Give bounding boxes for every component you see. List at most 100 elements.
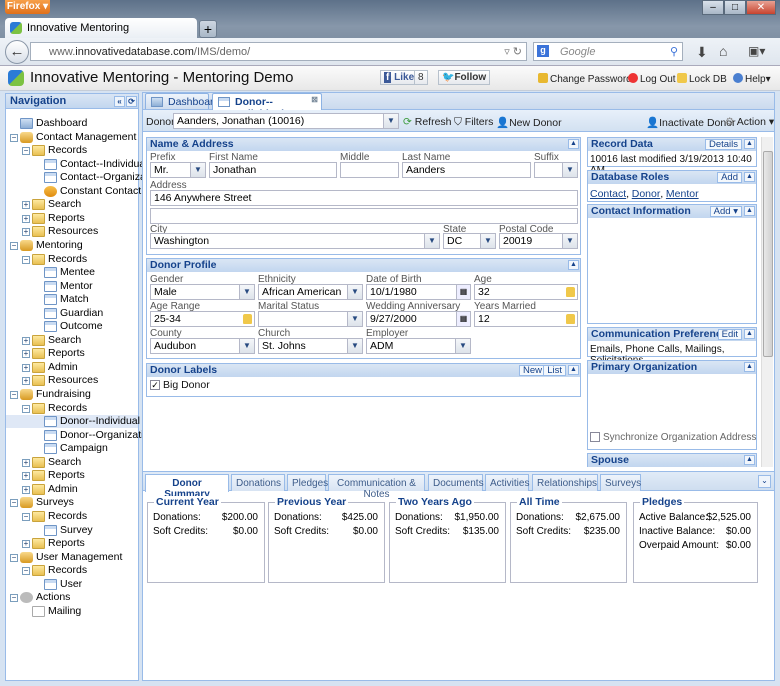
expand-icon[interactable]: + [22, 214, 30, 223]
reload-icon[interactable]: ▿ ↻ [504, 45, 522, 58]
nav-item-user[interactable]: User [6, 578, 138, 591]
chevron-down-icon[interactable]: ▼ [480, 234, 495, 248]
edit-preferences-button[interactable]: Edit [717, 329, 742, 340]
big-donor-checkbox[interactable]: ✓ [150, 380, 160, 390]
facebook-like-button[interactable]: f Like [380, 70, 419, 85]
downloads-icon[interactable]: ⬇ [696, 44, 708, 61]
collapse-icon[interactable]: ▲ [568, 139, 579, 149]
nav-item-contact-organization[interactable]: Contact--Organization [6, 171, 163, 184]
expand-icon[interactable]: + [22, 350, 30, 359]
minimize-button[interactable]: – [702, 0, 724, 15]
nav-item-admin[interactable]: + Admin [6, 483, 138, 496]
expand-icon[interactable]: + [22, 485, 30, 494]
nav-item-contact-individual[interactable]: Contact--Individual [6, 158, 148, 171]
postal-code-select[interactable]: 20019 ▼ [499, 233, 578, 249]
age-field[interactable]: 32 [474, 284, 578, 300]
refresh-button[interactable]: ⟳ Refresh [403, 116, 452, 128]
maximize-button[interactable]: □ [724, 0, 746, 15]
chevron-down-icon[interactable]: ▼ [455, 339, 470, 353]
tab-surveys[interactable]: Surveys [600, 474, 641, 491]
nav-item-contact-management[interactable]: − Contact Management [6, 131, 138, 144]
chevron-down-icon[interactable]: ▼ [424, 234, 439, 248]
city-select[interactable]: Washington ▼ [150, 233, 440, 249]
collapse-icon[interactable]: ▲ [744, 455, 755, 465]
nav-item-donor-individual[interactable]: Donor--Individual [6, 415, 140, 429]
bookmarks-icon[interactable]: ▣▾ [748, 44, 765, 58]
new-label-button[interactable]: New [518, 365, 546, 376]
tab-donor-individual[interactable]: Donor--Individual⊠ [212, 93, 322, 120]
nav-item-outcome[interactable]: Outcome [6, 320, 138, 333]
change-password-link[interactable]: Change Password [538, 73, 632, 85]
collapse-icon[interactable]: − [10, 499, 18, 508]
donor-select[interactable]: Aanders, Jonathan (10016) ▼ [173, 113, 399, 129]
chevron-down-icon[interactable]: ▼ [562, 163, 577, 177]
filters-button[interactable]: ⛉ Filters [454, 116, 493, 129]
first-name-input[interactable]: Jonathan [209, 162, 337, 178]
chevron-down-icon[interactable]: ▼ [239, 285, 254, 299]
home-icon[interactable]: ⌂ [719, 43, 727, 59]
tab-relationships[interactable]: Relationships [532, 474, 598, 491]
collapse-icon[interactable]: − [10, 594, 18, 603]
collapse-icon[interactable]: ▲ [568, 260, 579, 270]
list-labels-button[interactable]: List [543, 365, 566, 376]
scrollbar-thumb[interactable] [763, 151, 773, 357]
browser-tab[interactable]: Innovative Mentoring [5, 18, 197, 39]
collapse-icon[interactable]: ▲ [744, 329, 755, 339]
expand-icon[interactable]: + [22, 363, 30, 372]
add-contact-button[interactable]: Add ▾ [709, 206, 742, 217]
age-range-field[interactable]: 25-34 [150, 311, 255, 327]
tab-dashboard[interactable]: Dashboard [145, 93, 219, 109]
close-window-button[interactable]: ✕ [746, 0, 776, 15]
url-bar[interactable]: www.innovativedatabase.com/IMS/demo/▿ ↻ [30, 42, 527, 61]
new-tab-button[interactable]: + [199, 20, 217, 38]
firefox-menu-button[interactable]: Firefox ▾ [5, 0, 50, 14]
inactivate-donor-button[interactable]: 👤Inactivate Donor [646, 116, 736, 129]
refresh-nav-button[interactable]: ⟳ [126, 96, 137, 107]
tab-pledges[interactable]: Pledges [287, 474, 328, 491]
county-field[interactable]: Audubon ▼ [150, 338, 255, 354]
nav-item-constant-contact[interactable]: Constant Contact [6, 185, 141, 198]
collapse-icon[interactable]: − [22, 567, 30, 576]
collapse-icon[interactable]: − [22, 147, 30, 156]
chevron-down-icon[interactable]: ▼ [562, 234, 577, 248]
expand-icon[interactable]: + [22, 458, 30, 467]
church-field[interactable]: St. Johns ▼ [258, 338, 363, 354]
nav-item-resources[interactable]: + Resources [6, 225, 138, 238]
collapse-icon[interactable]: ▲ [744, 362, 755, 372]
log-out-link[interactable]: Log Out [628, 73, 676, 85]
help-menu[interactable]: Help▾ [733, 73, 771, 85]
calendar-icon[interactable]: ▦ [456, 312, 470, 326]
nav-item-records[interactable]: − Records [6, 564, 138, 577]
expand-icon[interactable]: + [22, 201, 30, 210]
collapse-icon[interactable]: ▲ [568, 365, 579, 375]
nav-item-mentoring[interactable]: − Mentoring [6, 239, 138, 252]
tab-activities[interactable]: Activities [485, 474, 529, 491]
nav-item-dashboard[interactable]: Dashboard [6, 117, 138, 130]
role-link[interactable]: Mentor [666, 188, 699, 200]
lock-db-link[interactable]: Lock DB [677, 73, 727, 85]
twitter-follow-button[interactable]: 🐦Follow [438, 70, 491, 85]
address-line1-input[interactable]: 146 Anywhere Street [150, 190, 578, 206]
tab-communication-notes[interactable]: Communication & Notes [328, 474, 425, 500]
sync-address-checkbox[interactable] [590, 432, 600, 442]
nav-item-surveys[interactable]: − Surveys [6, 496, 138, 509]
expand-icon[interactable]: + [22, 540, 30, 549]
nav-item-admin[interactable]: + Admin [6, 361, 138, 374]
nav-item-records[interactable]: − Records [6, 144, 138, 157]
nav-item-campaign[interactable]: Campaign [6, 442, 138, 455]
details-button[interactable]: Details [704, 139, 742, 150]
nav-item-donor-organization[interactable]: Donor--Organization [6, 429, 155, 442]
expand-icon[interactable]: + [22, 228, 30, 237]
ethnicity-field[interactable]: African American ▼ [258, 284, 363, 300]
employer-field[interactable]: ADM ▼ [366, 338, 471, 354]
scrollbar[interactable] [761, 137, 773, 467]
expand-icon[interactable]: + [22, 336, 30, 345]
nav-item-reports[interactable]: + Reports [6, 537, 138, 550]
chevron-down-icon[interactable]: ▼ [239, 339, 254, 353]
tab-documents[interactable]: Documents [428, 474, 484, 491]
marital-field[interactable]: ▼ [258, 311, 363, 327]
state-select[interactable]: DC ▼ [443, 233, 496, 249]
nav-item-records[interactable]: − Records [6, 510, 138, 523]
dob-field[interactable]: 10/1/1980 ▦ [366, 284, 471, 300]
wedding-field[interactable]: 9/27/2000 ▦ [366, 311, 471, 327]
